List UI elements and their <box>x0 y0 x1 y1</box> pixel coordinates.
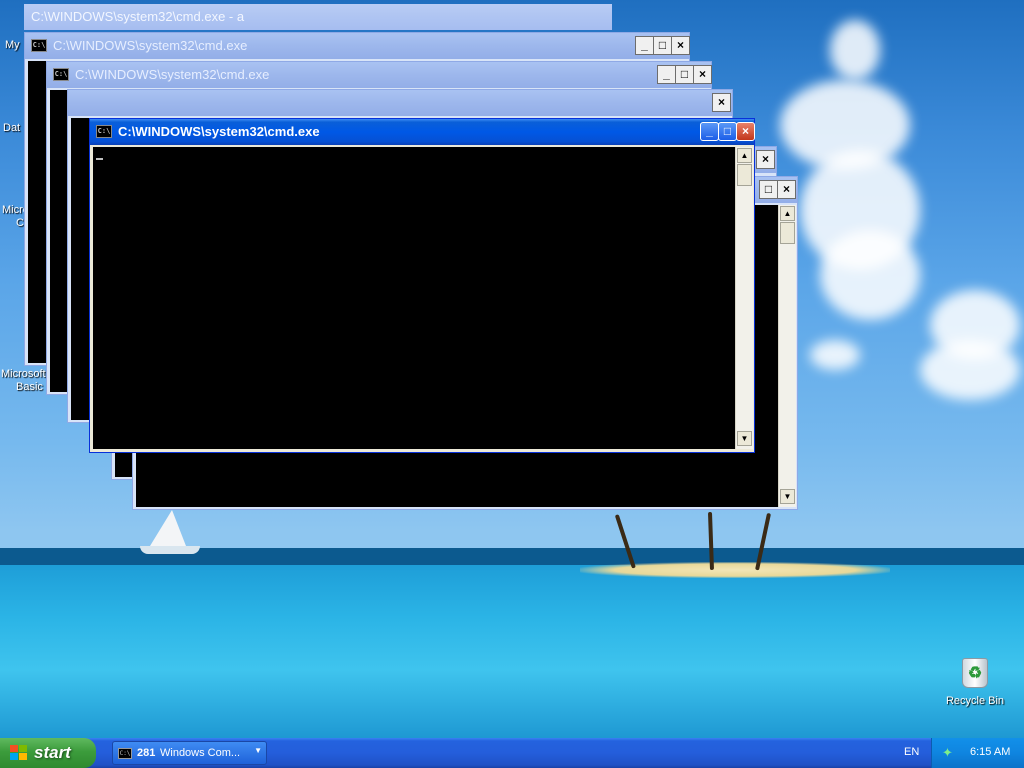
maximize-button[interactable]: □ <box>718 122 737 141</box>
window-title: C:\WINDOWS\system32\cmd.exe <box>75 67 270 82</box>
window-titlebar[interactable]: × <box>68 90 732 116</box>
minimize-button[interactable]: _ <box>700 122 719 141</box>
start-label: start <box>34 743 71 762</box>
clock[interactable]: 6:15 AM <box>970 746 1010 758</box>
palm-tree <box>707 511 714 571</box>
cloud <box>830 20 880 80</box>
cmd-window-back[interactable]: C:\WINDOWS\system32\cmd.exe - a <box>24 4 612 30</box>
window-titlebar[interactable]: C:\ C:\WINDOWS\system32\cmd.exe _ □ × <box>90 119 755 145</box>
sailboat <box>140 546 200 554</box>
vertical-scrollbar[interactable]: ▲ ▼ <box>735 147 753 449</box>
recycle-arrows-icon: ♻ <box>967 665 983 682</box>
maximize-button[interactable]: □ <box>675 65 694 84</box>
windows-logo-icon <box>10 745 28 761</box>
scroll-up-button[interactable]: ▲ <box>737 148 752 163</box>
taskbar: start C:\ 281 Windows Com... ▼ EN ✦ 6:15… <box>0 738 1024 768</box>
cmd-icon: C:\ <box>96 125 112 138</box>
scroll-thumb[interactable] <box>780 222 795 244</box>
console-area[interactable] <box>93 147 735 449</box>
system-tray: ✦ 6:15 AM <box>931 738 1024 768</box>
window-title: C:\WINDOWS\system32\cmd.exe - a <box>31 9 245 24</box>
cloud <box>810 340 860 370</box>
vertical-scrollbar[interactable]: ▲ ▼ <box>778 205 796 507</box>
cmd-icon: C:\ <box>31 39 47 52</box>
scroll-thumb[interactable] <box>737 164 752 186</box>
cmd-window-active[interactable]: C:\ C:\WINDOWS\system32\cmd.exe _ □ × ▲ … <box>89 118 755 453</box>
island <box>580 562 890 578</box>
recycle-bin[interactable]: ♻ Recycle Bin <box>940 655 1010 710</box>
window-titlebar[interactable]: C:\ C:\WINDOWS\system32\cmd.exe _ □ × <box>47 62 712 88</box>
close-button[interactable]: × <box>756 150 775 169</box>
cloud <box>820 230 920 320</box>
desktop-icon-label[interactable]: C <box>16 217 24 229</box>
desktop-icon-label[interactable]: Basic <box>16 381 43 393</box>
start-button[interactable]: start <box>0 738 96 768</box>
desktop-icon-label[interactable]: Dat <box>3 122 20 134</box>
recycle-bin-label: Recycle Bin <box>945 695 1005 707</box>
scroll-down-button[interactable]: ▼ <box>780 489 795 504</box>
close-button[interactable]: × <box>693 65 712 84</box>
close-button[interactable]: × <box>736 122 755 141</box>
scroll-up-button[interactable]: ▲ <box>780 206 795 221</box>
language-indicator[interactable]: EN <box>904 746 919 758</box>
minimize-button[interactable]: _ <box>657 65 676 84</box>
close-button[interactable]: × <box>712 93 731 112</box>
maximize-button[interactable]: □ <box>759 180 778 199</box>
desktop-icon-label[interactable]: Microsoft <box>1 368 46 380</box>
network-icon[interactable]: ✦ <box>942 746 956 760</box>
minimize-button[interactable]: _ <box>635 36 654 55</box>
window-titlebar[interactable]: C:\WINDOWS\system32\cmd.exe - a <box>24 4 612 30</box>
close-button[interactable]: × <box>777 180 796 199</box>
close-button[interactable]: × <box>671 36 690 55</box>
text-cursor <box>96 158 103 160</box>
sea <box>0 565 1024 738</box>
dropdown-arrow-icon: ▼ <box>254 746 262 755</box>
cmd-icon: C:\ <box>118 748 132 759</box>
window-titlebar[interactable]: C:\ C:\WINDOWS\system32\cmd.exe _ □ × <box>25 33 690 59</box>
maximize-button[interactable]: □ <box>653 36 672 55</box>
window-title: C:\WINDOWS\system32\cmd.exe <box>53 38 248 53</box>
scroll-down-button[interactable]: ▼ <box>737 431 752 446</box>
desktop-icon-label[interactable]: My <box>5 39 20 51</box>
cloud <box>920 340 1020 400</box>
sailboat-sail <box>150 510 186 546</box>
window-title: C:\WINDOWS\system32\cmd.exe <box>118 124 320 139</box>
cmd-icon: C:\ <box>53 68 69 81</box>
task-count: 281 <box>137 747 156 759</box>
task-label: Windows Com... <box>160 747 241 759</box>
taskbar-group-button[interactable]: C:\ 281 Windows Com... ▼ <box>112 741 267 765</box>
